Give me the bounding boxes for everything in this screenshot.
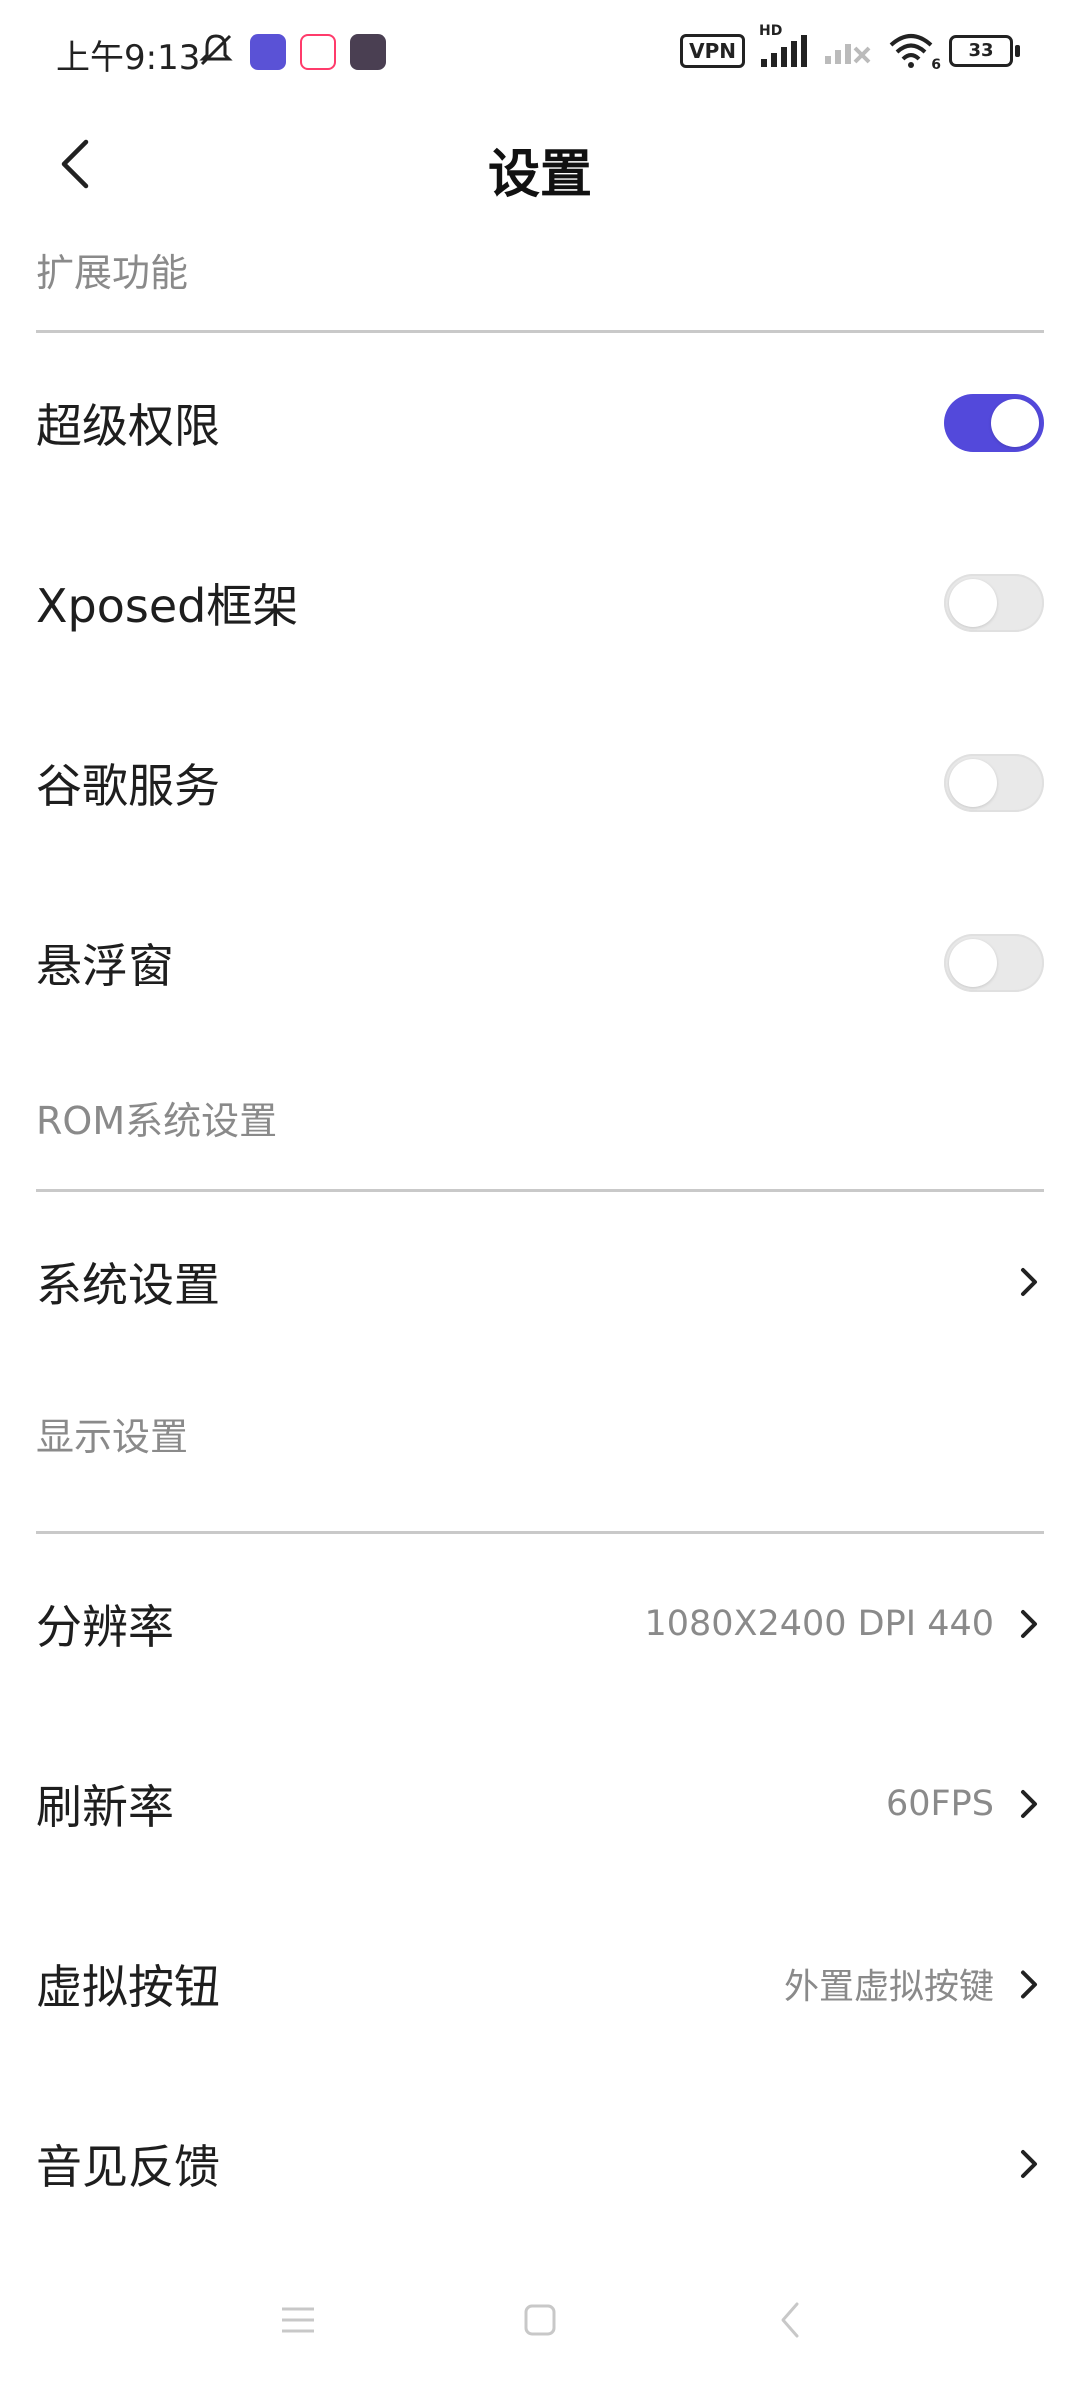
setting-row-virtual-buttons[interactable]: 虚拟按钮 外置虚拟按键 xyxy=(36,1894,1044,2074)
setting-row-sound-feedback[interactable]: 音见反馈 xyxy=(36,2074,1044,2230)
home-square-icon xyxy=(524,2304,556,2336)
setting-row-resolution[interactable]: 分辨率 1080X2400 DPI 440 xyxy=(36,1534,1044,1714)
signal-disabled-icon xyxy=(823,30,873,72)
floating-window-toggle[interactable] xyxy=(944,934,1044,992)
setting-value: 60FPS xyxy=(886,1784,994,1824)
status-notification-icons xyxy=(196,30,386,74)
setting-row-system-settings[interactable]: 系统设置 xyxy=(36,1192,1044,1372)
app-notification-icon-3 xyxy=(350,34,386,70)
section-title: ROM系统设置 xyxy=(36,1099,278,1143)
section-title: 扩展功能 xyxy=(36,251,189,295)
setting-label: 系统设置 xyxy=(36,1258,220,1312)
vpn-icon: VPN xyxy=(680,34,745,68)
menu-icon xyxy=(282,2307,314,2333)
home-button[interactable] xyxy=(510,2290,570,2350)
setting-row-xposed[interactable]: Xposed框架 xyxy=(36,513,1044,693)
chevron-right-icon xyxy=(1014,1964,1044,2004)
setting-row-floating-window[interactable]: 悬浮窗 xyxy=(36,873,1044,1053)
wifi-icon: 6 xyxy=(887,33,941,73)
setting-row-super-permission[interactable]: 超级权限 xyxy=(36,333,1044,513)
recent-apps-button[interactable] xyxy=(268,2290,328,2350)
chevron-right-icon xyxy=(1014,1604,1044,1644)
battery-level: 33 xyxy=(949,35,1013,67)
super-permission-toggle[interactable] xyxy=(944,394,1044,452)
setting-label: Xposed框架 xyxy=(36,579,299,633)
app-notification-icon-2 xyxy=(300,34,336,70)
wifi-standard-label: 6 xyxy=(931,57,941,73)
status-system-icons: VPN HD 6 33 xyxy=(680,23,1020,73)
section-title: 显示设置 xyxy=(36,1415,189,1459)
setting-label: 音见反馈 xyxy=(36,2140,220,2194)
signal-icon: HD xyxy=(759,23,809,69)
section-header-extended: 扩展功能 xyxy=(36,228,1044,333)
mute-icon xyxy=(196,30,236,74)
section-header-rom: ROM系统设置 xyxy=(36,1053,1044,1192)
setting-label: 分辨率 xyxy=(36,1600,174,1654)
setting-label: 谷歌服务 xyxy=(36,759,220,813)
chevron-right-icon xyxy=(1014,1784,1044,1824)
chevron-right-icon xyxy=(1014,2144,1044,2184)
section-header-display: 显示设置 xyxy=(36,1372,1044,1534)
system-navigation-bar xyxy=(0,2230,1080,2400)
setting-row-google-services[interactable]: 谷歌服务 xyxy=(36,693,1044,873)
status-bar: 上午9:13 VPN HD 6 33 xyxy=(0,0,1080,104)
page-title: 设置 xyxy=(487,145,592,205)
google-services-toggle[interactable] xyxy=(944,754,1044,812)
app-notification-icon-1 xyxy=(250,34,286,70)
app-header: 设置 xyxy=(0,104,1080,228)
battery-icon: 33 xyxy=(949,35,1020,67)
back-arrow-icon xyxy=(781,2302,799,2338)
setting-label: 刷新率 xyxy=(36,1780,174,1834)
network-type-label: HD xyxy=(759,23,783,39)
setting-value: 1080X2400 DPI 440 xyxy=(644,1604,994,1644)
setting-row-refresh-rate[interactable]: 刷新率 60FPS xyxy=(36,1714,1044,1894)
chevron-right-icon xyxy=(1014,1262,1044,1302)
setting-label: 虚拟按钮 xyxy=(36,1960,220,2014)
settings-list[interactable]: 扩展功能 超级权限 Xposed框架 谷歌服务 悬浮窗 ROM系统设置 系统设置 xyxy=(0,228,1080,2230)
status-time: 上午9:13 xyxy=(56,38,201,78)
setting-value: 外置虚拟按键 xyxy=(783,1967,994,2008)
setting-label: 悬浮窗 xyxy=(36,939,174,993)
nav-back-button[interactable] xyxy=(760,2290,820,2350)
xposed-toggle[interactable] xyxy=(944,574,1044,632)
setting-label: 超级权限 xyxy=(36,399,220,453)
